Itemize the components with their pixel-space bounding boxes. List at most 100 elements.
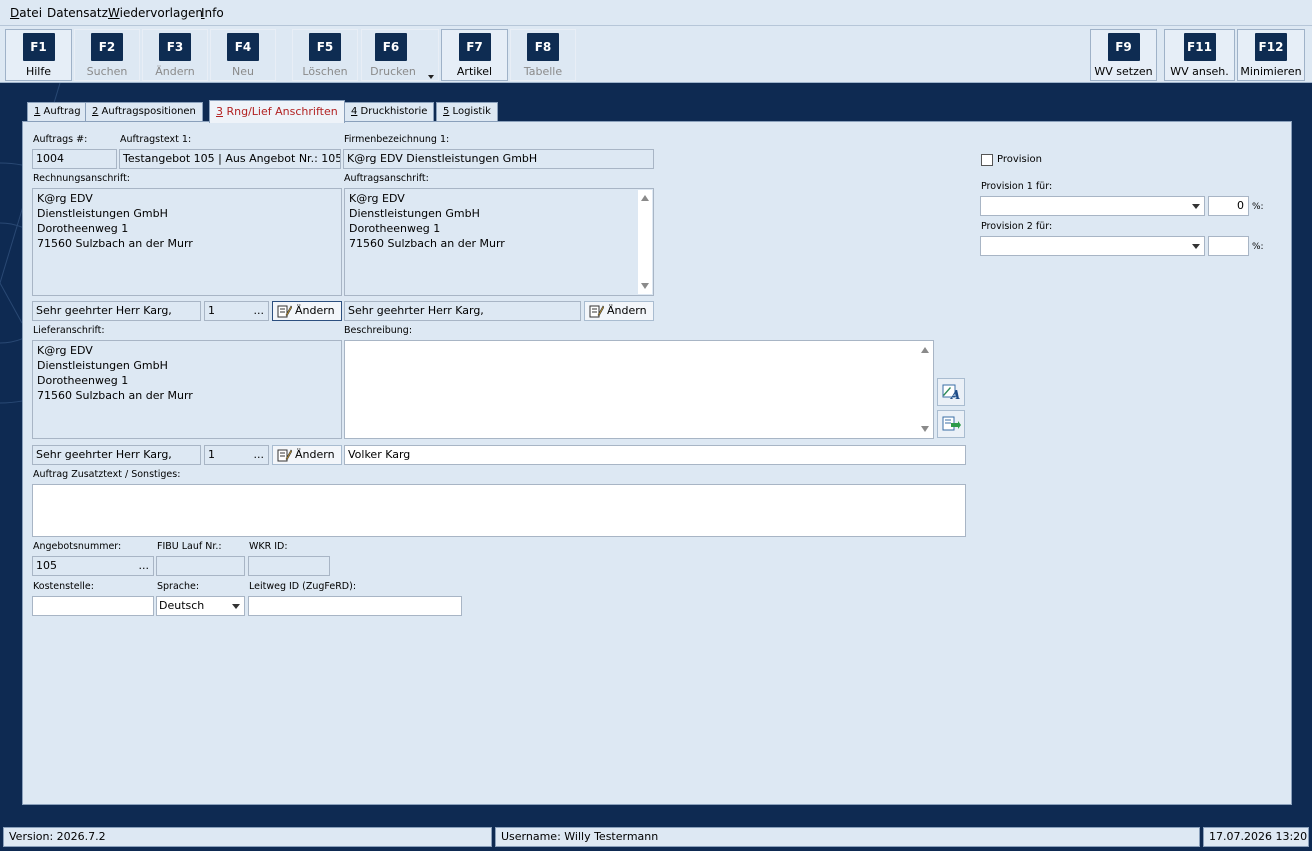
menu-bar: Datei Datensatz Wiedervorlagen Info xyxy=(0,0,1312,26)
scroll-up-icon xyxy=(641,195,649,201)
print-dropdown-caret-icon[interactable] xyxy=(428,75,434,79)
edit-button[interactable]: F3 Ändern xyxy=(142,29,208,81)
liefer-label: Lieferanschrift: xyxy=(33,325,105,336)
text-edit-icon: A xyxy=(942,384,960,402)
provision1-select[interactable] xyxy=(980,196,1205,216)
firma-label: Firmenbezeichnung 1: xyxy=(344,134,450,145)
auftrag-address-scrollbar[interactable] xyxy=(638,190,652,294)
menu-info[interactable]: Info xyxy=(201,6,224,20)
text-insert-button[interactable] xyxy=(937,410,965,438)
wkr-label: WKR ID: xyxy=(249,541,288,552)
sprache-label: Sprache: xyxy=(157,581,200,592)
provision1-percent-field[interactable]: 0 xyxy=(1208,196,1249,216)
help-button[interactable]: F1 Hilfe xyxy=(5,29,72,81)
auftrag-address-box[interactable]: K@rg EDV Dienstleistungen GmbH Dorotheen… xyxy=(344,188,654,296)
provision2-select[interactable] xyxy=(980,236,1205,256)
rechnung-address-box[interactable]: K@rg EDV Dienstleistungen GmbH Dorotheen… xyxy=(32,188,342,296)
chevron-down-icon[interactable] xyxy=(228,597,244,615)
liefer-address-box[interactable]: K@rg EDV Dienstleistungen GmbH Dorotheen… xyxy=(32,340,342,439)
f11-key-icon: F11 xyxy=(1183,33,1216,61)
provision2-percent-label: %: xyxy=(1252,242,1264,252)
leitweg-field[interactable] xyxy=(248,596,462,616)
edit-note-icon xyxy=(277,305,292,318)
angebotsnr-field[interactable]: 105... xyxy=(32,556,154,576)
provision1-label: Provision 1 für: xyxy=(981,181,1053,192)
status-version: Version: 2026.7.2 xyxy=(3,827,492,847)
anrede-liefer-lookup-dots[interactable]: ... xyxy=(254,446,265,464)
zusatz-textarea[interactable] xyxy=(32,484,966,537)
article-button[interactable]: F7 Artikel xyxy=(441,29,508,81)
anrede-liefer-nr-field[interactable]: 1... xyxy=(204,445,269,465)
auftragsanschrift-label: Auftragsanschrift: xyxy=(344,173,429,184)
ansprechpartner-field[interactable]: Volker Karg xyxy=(344,445,966,465)
chevron-down-icon[interactable] xyxy=(1188,237,1204,255)
f12-key-icon: F12 xyxy=(1255,33,1287,61)
beschreibung-label: Beschreibung: xyxy=(344,325,413,336)
aendern-auftrag-button[interactable]: Ändern xyxy=(584,301,654,321)
f4-key-icon: F4 xyxy=(227,33,259,61)
f5-key-icon: F5 xyxy=(309,33,341,61)
menu-datensatz[interactable]: Datensatz xyxy=(47,6,108,20)
anrede-auftrag-field[interactable]: Sehr geehrter Herr Karg, xyxy=(344,301,581,321)
auftragstext-field[interactable]: Testangebot 105 | Aus Angebot Nr.: 105 xyxy=(119,149,341,169)
beschreibung-textarea[interactable] xyxy=(344,340,934,439)
firma-field[interactable]: K@rg EDV Dienstleistungen GmbH xyxy=(343,149,654,169)
angebotsnr-lookup-dots[interactable]: ... xyxy=(139,557,150,575)
toolbar: F1 Hilfe F2 Suchen F3 Ändern F4 Neu F5 Lösche… xyxy=(0,26,1312,83)
status-datetime: 17.07.2026 13:20 xyxy=(1203,827,1309,847)
provision-label: Provision xyxy=(997,154,1043,165)
f2-key-icon: F2 xyxy=(91,33,123,61)
f8-key-icon: F8 xyxy=(527,33,559,61)
f1-key-icon: F1 xyxy=(22,33,55,61)
f7-key-icon: F7 xyxy=(458,33,491,61)
new-button[interactable]: F4 Neu xyxy=(210,29,276,81)
tab-auftrag[interactable]: 1 Auftrag xyxy=(27,102,88,122)
edit-note-icon xyxy=(277,449,292,462)
anrede-rechnung-lookup-dots[interactable]: ... xyxy=(254,302,265,320)
kostenstelle-field[interactable] xyxy=(32,596,154,616)
scroll-up-icon xyxy=(921,347,929,353)
aendern-rechnung-button[interactable]: Ändern xyxy=(272,301,342,321)
zusatz-label: Auftrag Zusatztext / Sonstiges: xyxy=(33,469,181,480)
chevron-down-icon[interactable] xyxy=(1188,197,1204,215)
sprache-select[interactable]: Deutsch xyxy=(156,596,245,616)
search-button[interactable]: F2 Suchen xyxy=(74,29,140,81)
edit-note-icon xyxy=(589,305,604,318)
rechnung-label: Rechnungsanschrift: xyxy=(33,173,130,184)
provision2-label: Provision 2 für: xyxy=(981,221,1053,232)
auftragstext-label: Auftragstext 1: xyxy=(120,134,192,145)
auftragsnr-label: Auftrags #: xyxy=(33,134,88,145)
menu-datei[interactable]: Datei xyxy=(10,6,42,20)
menu-wiedervorlagen[interactable]: Wiedervorlagen xyxy=(108,6,203,20)
wkr-field[interactable] xyxy=(248,556,330,576)
tab-logistik[interactable]: 5 Logistik xyxy=(436,102,498,122)
f3-key-icon: F3 xyxy=(159,33,191,61)
view-reminder-button[interactable]: F11 WV anseh. xyxy=(1164,29,1235,81)
minimize-button[interactable]: F12 Minimieren xyxy=(1237,29,1305,81)
tab-druckhistorie[interactable]: 4 Druckhistorie xyxy=(344,102,435,122)
leitweg-label: Leitweg ID (ZugFeRD): xyxy=(249,581,357,592)
anrede-rechnung-field[interactable]: Sehr geehrter Herr Karg, xyxy=(32,301,201,321)
text-insert-icon xyxy=(942,416,961,431)
f6-key-icon: F6 xyxy=(375,33,407,61)
print-button[interactable]: F6 Drucken xyxy=(361,29,439,81)
provision2-percent-field[interactable] xyxy=(1208,236,1249,256)
svg-text:A: A xyxy=(950,388,960,402)
tab-rng-lief-anschriften[interactable]: 3 Rng/Lief Anschriften xyxy=(209,100,345,123)
aendern-liefer-button[interactable]: Ändern xyxy=(272,445,342,465)
f9-key-icon: F9 xyxy=(1107,33,1140,61)
anrede-rechnung-nr-field[interactable]: 1... xyxy=(204,301,269,321)
anrede-liefer-field[interactable]: Sehr geehrter Herr Karg, xyxy=(32,445,201,465)
delete-button[interactable]: F5 Löschen xyxy=(292,29,358,81)
kostenstelle-label: Kostenstelle: xyxy=(33,581,94,592)
beschreibung-scrollbar[interactable] xyxy=(918,342,932,437)
table-button[interactable]: F8 Tabelle xyxy=(510,29,576,81)
text-format-button[interactable]: A xyxy=(937,378,965,406)
provision1-percent-label: %: xyxy=(1252,202,1264,212)
provision-checkbox[interactable] xyxy=(981,154,993,166)
set-reminder-button[interactable]: F9 WV setzen xyxy=(1090,29,1157,81)
fibu-field[interactable] xyxy=(156,556,245,576)
status-bar: Version: 2026.7.2 Username: Willy Tester… xyxy=(0,823,1312,851)
tab-auftragspositionen[interactable]: 2 Auftragspositionen xyxy=(85,102,203,122)
auftragsnr-field[interactable]: 1004 xyxy=(32,149,117,169)
